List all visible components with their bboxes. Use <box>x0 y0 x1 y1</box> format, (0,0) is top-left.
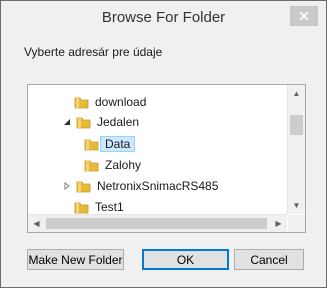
cancel-button[interactable]: Cancel <box>234 249 304 270</box>
tree-item-label: download <box>95 95 147 109</box>
folder-icon <box>76 180 91 193</box>
folder-icon <box>76 116 91 129</box>
tree-item-download[interactable]: download <box>74 92 146 112</box>
tree-item-label: Test1 <box>95 200 124 214</box>
scroll-up-icon[interactable]: ▲ <box>288 85 305 102</box>
horizontal-scrollbar[interactable]: ◀ ▶ <box>28 214 287 232</box>
tree-item-data[interactable]: Data <box>84 134 136 154</box>
vertical-scrollbar[interactable]: ▲ ▼ <box>287 85 305 214</box>
dialog-title: Browse For Folder <box>101 9 226 26</box>
tree-item-label: Zalohy <box>105 158 142 172</box>
browse-folder-dialog: Browse For Folder Vyberte adresár pre úd… <box>0 0 327 288</box>
folder-icon <box>84 138 99 151</box>
tree-item-jedalen[interactable]: Jedalen <box>62 112 139 132</box>
vertical-scroll-thumb[interactable] <box>290 115 303 135</box>
tree-item-label: Jedalen <box>97 115 140 129</box>
tree-item-zalohy[interactable]: Zalohy <box>84 155 141 175</box>
close-button[interactable] <box>290 6 318 26</box>
folder-tree-viewport: download Jedalen Data Zalohy NetronixSni… <box>28 85 287 214</box>
scroll-left-icon[interactable]: ◀ <box>28 215 45 232</box>
title-bar[interactable]: Browse For Folder <box>1 1 326 35</box>
ok-button[interactable]: OK <box>142 249 229 270</box>
folder-icon <box>74 201 89 214</box>
folder-tree[interactable]: download Jedalen Data Zalohy NetronixSni… <box>27 84 306 233</box>
tree-item-test1[interactable]: Test1 <box>74 197 124 214</box>
tree-item-label: NetronixSnimacRS485 <box>97 179 219 193</box>
expanded-arrow-icon[interactable] <box>62 117 72 127</box>
tree-item-netronixsnimacrs485[interactable]: NetronixSnimacRS485 <box>62 176 218 196</box>
folder-icon <box>74 96 89 109</box>
make-new-folder-button[interactable]: Make New Folder <box>27 249 124 270</box>
scrollbar-corner <box>288 215 305 232</box>
close-icon <box>299 11 309 21</box>
horizontal-scroll-thumb[interactable] <box>46 218 267 229</box>
folder-icon <box>84 159 99 172</box>
collapsed-arrow-icon[interactable] <box>62 181 72 191</box>
tree-item-label: Data <box>100 136 136 152</box>
scroll-right-icon[interactable]: ▶ <box>270 215 287 232</box>
prompt-text: Vyberte adresár pre údaje <box>24 45 163 59</box>
scroll-down-icon[interactable]: ▼ <box>288 197 305 214</box>
